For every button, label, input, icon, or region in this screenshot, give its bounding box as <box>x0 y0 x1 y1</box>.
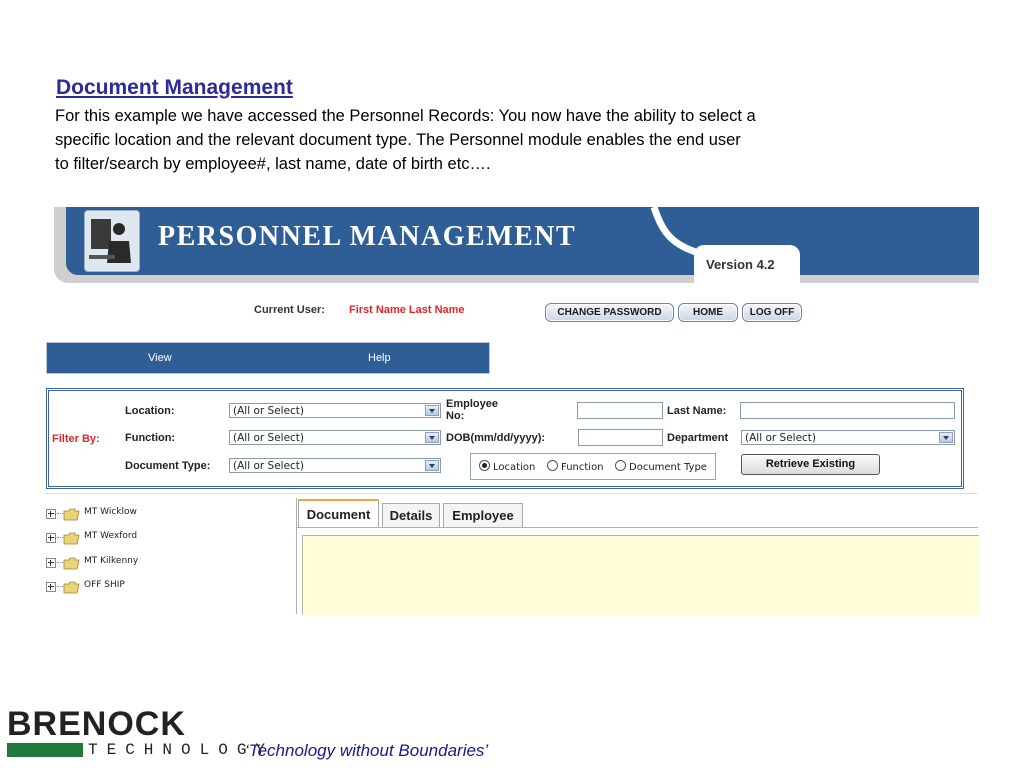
brand-bar <box>7 743 83 757</box>
slide-title: Document Management <box>56 76 293 99</box>
document-type-select[interactable]: (All or Select) <box>229 458 441 473</box>
radio-location[interactable] <box>479 460 490 471</box>
change-password-button[interactable]: CHANGE PASSWORD <box>545 303 674 322</box>
description-line: For this example we have accessed the Pe… <box>55 107 756 125</box>
dob-input[interactable] <box>578 429 663 446</box>
expand-icon[interactable] <box>46 533 56 543</box>
brand-logo: BRENOCK <box>7 705 186 743</box>
log-off-button[interactable]: LOG OFF <box>742 303 802 322</box>
chevron-down-icon <box>425 405 439 416</box>
slide-description: For this example we have accessed the Pe… <box>55 104 925 176</box>
tagline: ‘Technology without Boundaries’ <box>245 741 489 760</box>
description-line: specific location and the relevant docum… <box>55 131 741 149</box>
dob-label: DOB(mm/dd/yyyy): <box>446 432 546 444</box>
current-user-name: First Name Last Name <box>349 304 465 316</box>
employee-no-input[interactable] <box>577 402 663 419</box>
last-name-label: Last Name: <box>667 405 727 417</box>
expand-icon[interactable] <box>46 558 56 568</box>
expand-icon[interactable] <box>46 582 56 592</box>
retrieve-existing-button[interactable]: Retrieve Existing <box>741 454 880 475</box>
description-line: to filter/search by employee#, last name… <box>55 155 491 173</box>
version-label: Version 4.2 <box>706 257 775 272</box>
menu-bar: View Help <box>46 342 490 374</box>
folder-icon <box>63 557 80 570</box>
view-by-radio-group: Location Function Document Type <box>470 453 716 480</box>
personnel-logo-icon <box>84 210 140 272</box>
chevron-down-icon <box>425 460 439 471</box>
app-banner: PERSONNEL MANAGEMENT Version 4.2 <box>54 207 979 285</box>
current-user-label: Current User: <box>254 304 325 316</box>
last-name-input[interactable] <box>740 402 955 419</box>
chevron-down-icon <box>939 432 953 443</box>
filter-by-label: Filter By: <box>52 433 100 445</box>
folder-icon <box>63 581 80 594</box>
radio-function[interactable] <box>547 460 558 471</box>
folder-icon <box>63 532 80 545</box>
employee-no-label: Employee No: <box>446 398 498 422</box>
filter-panel: Filter By: Location: (All or Select) Fun… <box>46 388 964 489</box>
menu-item-help[interactable]: Help <box>368 352 391 364</box>
app-title: PERSONNEL MANAGEMENT <box>158 221 577 252</box>
function-select[interactable]: (All or Select) <box>229 430 441 445</box>
location-select[interactable]: (All or Select) <box>229 403 441 418</box>
chevron-down-icon <box>425 432 439 443</box>
menu-item-view[interactable]: View <box>148 352 172 364</box>
expand-icon[interactable] <box>46 509 56 519</box>
location-label: Location: <box>125 405 175 417</box>
department-label: Department <box>667 432 729 444</box>
radio-document-type[interactable] <box>615 460 626 471</box>
tab-employee[interactable]: Employee <box>443 503 523 527</box>
folder-icon <box>63 508 80 521</box>
document-content-panel <box>302 535 979 615</box>
tab-document[interactable]: Document <box>298 499 379 527</box>
function-label: Function: <box>125 432 176 444</box>
home-button[interactable]: HOME <box>678 303 738 322</box>
department-select[interactable]: (All or Select) <box>741 430 955 445</box>
tab-details[interactable]: Details <box>382 503 440 527</box>
document-type-label: Document Type: <box>125 460 211 472</box>
